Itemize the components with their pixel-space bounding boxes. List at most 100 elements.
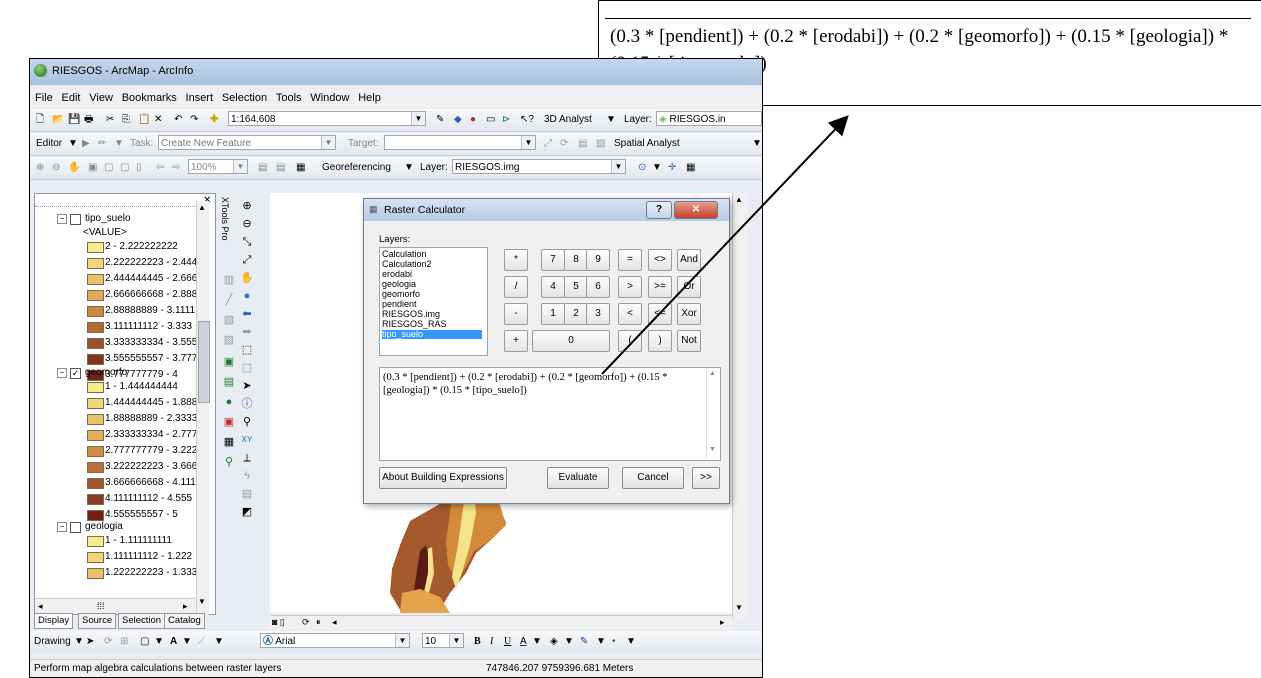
time-slider-icon[interactable]: ◩ [240, 505, 254, 519]
legend-swatch[interactable] [87, 494, 104, 505]
rotate-tool-icon[interactable]: ⟳ [560, 136, 568, 151]
scroll-down-icon[interactable]: ▼ [709, 446, 716, 453]
legend-swatch[interactable] [87, 242, 104, 253]
zoom-whole-page-icon[interactable]: ▣ [88, 160, 97, 175]
edit-tool-icon[interactable]: ▶ [82, 136, 90, 151]
chevron-down-icon[interactable]: ▼ [411, 112, 425, 125]
scroll-down-icon[interactable]: ▼ [735, 603, 743, 612]
key-button[interactable]: ( [618, 330, 642, 352]
edit-vertices-icon[interactable]: ⟋ [198, 634, 205, 649]
legend-swatch[interactable] [87, 430, 104, 441]
key-button[interactable]: 8 [564, 249, 588, 271]
fixed-zoom-out-icon[interactable]: ⤢ [240, 253, 254, 267]
3d-layer-combo[interactable]: ◈ RIESGOS.in [656, 111, 762, 126]
sketch-properties-icon[interactable]: ▨ [596, 136, 605, 151]
fixed-zoom-in-icon[interactable]: ⤡ [240, 235, 254, 249]
save-icon[interactable]: 💾 [68, 112, 80, 127]
add-control-points-icon[interactable]: ✛ [668, 160, 676, 175]
expression-text[interactable]: (0.3 * [pendient]) + (0.2 * [erodabi]) +… [383, 371, 701, 397]
scroll-up-icon[interactable]: ▲ [198, 203, 206, 212]
go-to-xy-icon[interactable]: XY [240, 433, 254, 447]
layers-list[interactable]: Calculation Calculation2 erodabi geologia ge… [379, 247, 488, 356]
legend-swatch[interactable] [87, 414, 104, 425]
key-button[interactable]: 3 [586, 303, 610, 325]
key-button[interactable]: 6 [586, 276, 610, 298]
chevron-down-icon[interactable]: ▼ [596, 634, 606, 649]
find-binoculars-icon[interactable]: ⚲ [240, 415, 254, 429]
bold-icon[interactable]: B [474, 634, 481, 649]
map-scale-combo[interactable]: 1:164,608 ▼ [228, 111, 426, 126]
key-button[interactable]: = [618, 249, 642, 271]
refresh-icon[interactable]: ⟳ [302, 617, 310, 628]
scroll-up-icon[interactable]: ▲ [709, 370, 716, 377]
zoom-100-icon[interactable]: ▢ [104, 160, 113, 175]
model-builder-icon[interactable]: ⊳ [502, 112, 510, 127]
zoom-out-fixed-icon[interactable]: ⊖ [52, 160, 60, 175]
drawing-menu[interactable]: Drawing [34, 634, 71, 649]
tab-selection[interactable]: Selection [118, 613, 166, 629]
layer-list-item[interactable]: geomorfo [382, 290, 420, 299]
target-combo[interactable]: ▼ [384, 135, 536, 150]
spatial-analyst-menu[interactable]: Spatial Analyst [614, 136, 680, 151]
hyperlink-icon[interactable]: ϟ [240, 469, 254, 483]
key-button[interactable]: ) [648, 330, 672, 352]
whats-this-icon[interactable]: ↖? [520, 112, 534, 127]
split-tool-icon[interactable]: ⤢ [544, 136, 552, 151]
chevron-down-icon[interactable]: ▼ [521, 136, 535, 149]
key-button[interactable]: > [618, 276, 642, 298]
chevron-down-icon[interactable]: ▼ [321, 136, 335, 149]
key-button[interactable]: 9 [586, 249, 610, 271]
zoom-in-icon[interactable]: ⊕ [240, 199, 254, 213]
layer-geologia[interactable]: − geologia [35, 520, 199, 534]
key-button[interactable]: <= [648, 303, 672, 325]
xtools-tool-3-icon[interactable]: ▧ [222, 313, 236, 327]
key-button[interactable]: < [618, 303, 642, 325]
previous-extent-icon[interactable]: ⬅ [240, 307, 254, 321]
key-button[interactable]: 0 [532, 330, 610, 352]
command-line-icon[interactable]: ▭ [486, 112, 495, 127]
help-button[interactable]: ? [646, 201, 672, 219]
layer-visibility-checkbox[interactable]: ✓ [70, 368, 81, 379]
tab-source[interactable]: Source [78, 613, 117, 629]
layer-list-item[interactable]: erodabi [382, 270, 412, 279]
georef-layer-combo[interactable]: RIESGOS.img ▼ [452, 159, 626, 174]
chevron-down-icon[interactable]: ▼ [449, 634, 463, 647]
menu-file[interactable]: File [35, 92, 53, 104]
layer-list-item[interactable]: geologia [382, 280, 416, 289]
expression-scrollbar[interactable]: ▲ ▼ [706, 368, 720, 458]
full-extent-globe-icon[interactable]: ● [240, 289, 254, 303]
xtools-tool-1-icon[interactable]: ▥ [222, 273, 236, 287]
menu-tools[interactable]: Tools [276, 92, 302, 104]
layout-zoom-combo[interactable]: 100% ▼ [188, 159, 248, 174]
key-button[interactable]: - [504, 303, 528, 325]
key-button[interactable]: + [504, 330, 528, 352]
chevron-down-icon[interactable]: ▼ [652, 160, 662, 175]
layer-list-item[interactable]: tipo_suelo [382, 330, 482, 339]
delete-icon[interactable]: ✕ [154, 112, 162, 127]
scroll-thumb-grip-icon[interactable]: ⁞⁞⁞ [97, 599, 105, 613]
zoom-to-elements-icon[interactable]: ⊞ [120, 634, 128, 649]
pan-page-icon[interactable]: ✋ [68, 160, 80, 175]
font-color-icon[interactable]: A [520, 634, 527, 649]
editor-toolbar-icon[interactable]: ✎ [436, 112, 444, 127]
tab-display[interactable]: Display [34, 613, 74, 629]
scroll-right-icon[interactable]: ▸ [183, 599, 188, 613]
redo-icon[interactable]: ↷ [190, 112, 198, 127]
map-vertical-scrollbar[interactable]: ▲ ▼ [732, 193, 747, 619]
legend-swatch[interactable] [87, 290, 104, 301]
key-button[interactable]: 2 [564, 303, 588, 325]
select-features-icon[interactable]: ⬚ [240, 343, 254, 357]
font-combo[interactable]: Ⓐ Arial ▼ [260, 633, 410, 648]
page-icon[interactable]: ▯ [136, 160, 142, 175]
arctoolbox-icon[interactable]: ◆ [454, 112, 462, 127]
zoom-out-icon[interactable]: ⊖ [240, 217, 254, 231]
layer-visibility-checkbox[interactable] [70, 214, 81, 225]
key-button[interactable]: 4 [541, 276, 565, 298]
rotate-georef-icon[interactable]: ⊙ [638, 160, 646, 175]
key-button[interactable]: Not [677, 330, 701, 352]
pan-hand-icon[interactable]: ✋ [240, 271, 254, 285]
collapse-icon[interactable]: − [57, 368, 67, 378]
chevron-down-icon[interactable]: ▼ [532, 634, 542, 649]
italic-icon[interactable]: I [490, 634, 493, 649]
layer-list-item[interactable]: RIESGOS_RAS [382, 320, 447, 329]
